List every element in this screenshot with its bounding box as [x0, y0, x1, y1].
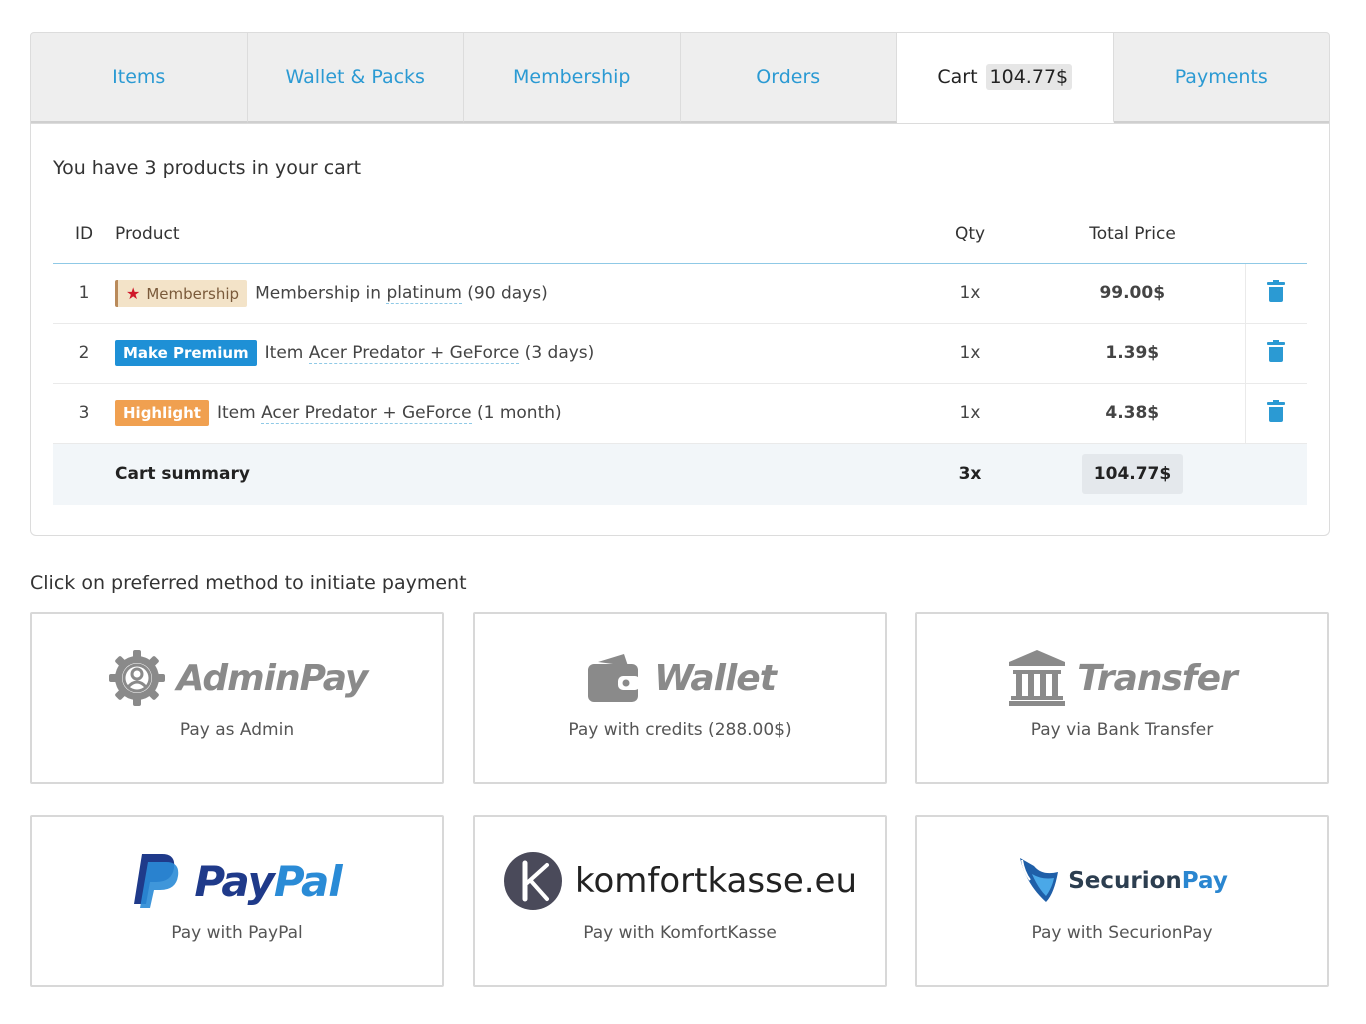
row-product: Make Premium Item Acer Predator + GeForce…: [115, 323, 920, 384]
tab-label: Membership: [513, 66, 631, 88]
cart-table: ID Product Qty Total Price 1 ★ Membership…: [53, 205, 1307, 505]
tab-bar: Items Wallet & Packs Membership Orders C…: [30, 32, 1330, 124]
row-product: Highlight Item Acer Predator + GeForce (1…: [115, 383, 920, 444]
transfer-logo: Transfer: [917, 648, 1327, 708]
tab-orders[interactable]: Orders: [680, 33, 897, 123]
product-link[interactable]: Acer Predator + GeForce: [308, 343, 520, 364]
row-price: 4.38$: [1020, 383, 1245, 444]
komfortkasse-logo-text: komfortkasse.eu: [574, 861, 858, 901]
row-price: 99.00$: [1020, 263, 1245, 324]
cart-panel: You have 3 products in your cart ID Prod…: [30, 123, 1330, 536]
row-qty: 1x: [920, 323, 1020, 384]
trash-icon[interactable]: [1267, 399, 1286, 422]
column-header-total: Total Price: [1020, 205, 1245, 264]
table-row: 2 Make Premium Item Acer Predator + GeFor…: [53, 323, 1307, 384]
row-price: 1.39$: [1020, 323, 1245, 384]
paypal-button[interactable]: PayPal Pay with PayPal: [30, 815, 444, 987]
wallet-icon: [588, 654, 641, 702]
membership-badge: ★ Membership: [115, 279, 248, 307]
paypal-icon: [134, 854, 179, 908]
row-qty: 1x: [920, 383, 1020, 444]
trash-icon[interactable]: [1267, 279, 1286, 302]
product-name-suffix: (3 days): [519, 343, 595, 363]
tab-label: Items: [112, 66, 166, 88]
premium-badge: Make Premium: [115, 340, 257, 366]
transfer-button[interactable]: Transfer Pay via Bank Transfer: [915, 612, 1329, 784]
wallet-logo-text: Wallet: [654, 657, 777, 699]
tab-wallet-packs[interactable]: Wallet & Packs: [247, 33, 464, 123]
adminpay-logo-text: AdminPay: [176, 657, 369, 699]
row-id: 3: [53, 383, 115, 444]
securionpay-caption: Pay with SecurionPay: [1031, 923, 1213, 943]
tab-label: Cart: [937, 66, 978, 88]
cart-summary-row: Cart summary 3x 104.77$: [53, 443, 1307, 505]
komfortkasse-button[interactable]: komfortkasse.eu Pay with KomfortKasse: [473, 815, 887, 987]
row-qty: 1x: [920, 263, 1020, 324]
tab-label: Wallet & Packs: [285, 66, 425, 88]
paypal-caption: Pay with PayPal: [171, 923, 303, 943]
paypal-logo-text: PayPal: [194, 856, 342, 906]
star-icon: ★: [126, 283, 141, 303]
row-product: ★ Membership Membership in platinum (90 da…: [115, 263, 920, 324]
tab-items[interactable]: Items: [31, 33, 248, 123]
badge-label: Membership: [146, 284, 240, 303]
wallet-caption: Pay with credits (288.00$): [568, 720, 792, 740]
tab-payments[interactable]: Payments: [1113, 33, 1329, 123]
highlight-badge: Highlight: [115, 400, 209, 426]
paypal-logo: PayPal: [32, 851, 442, 911]
cart-total-badge: 104.77$: [985, 64, 1073, 90]
delete-cell: [1244, 323, 1307, 384]
tab-label: Orders: [756, 66, 821, 88]
column-header-product: Product: [115, 205, 920, 264]
cart-summary-qty: 3x: [920, 443, 1020, 505]
row-id: 2: [53, 323, 115, 384]
payment-heading: Click on preferred method to initiate pa…: [30, 572, 467, 594]
table-row: 3 Highlight Item Acer Predator + GeForce …: [53, 383, 1307, 444]
row-id: 1: [53, 263, 115, 324]
gear-user-icon: [108, 650, 165, 706]
wallet-button[interactable]: Wallet Pay with credits (288.00$): [473, 612, 887, 784]
cart-summary-total: 104.77$: [1081, 454, 1184, 495]
trash-icon[interactable]: [1267, 339, 1286, 362]
transfer-logo-text: Transfer: [1077, 657, 1238, 699]
product-link[interactable]: Acer Predator + GeForce: [261, 403, 472, 424]
product-name-prefix: Membership in: [255, 283, 387, 303]
bank-icon: [1009, 650, 1066, 706]
cart-heading: You have 3 products in your cart: [53, 157, 362, 179]
securionpay-logo: SecurionPay: [917, 851, 1327, 911]
product-name-suffix: (90 days): [461, 283, 548, 303]
komfortkasse-icon: [503, 852, 562, 910]
product-name-prefix: Item: [264, 343, 309, 363]
column-header-actions: [1245, 205, 1307, 264]
komfortkasse-logo: komfortkasse.eu: [475, 851, 885, 911]
product-name-prefix: Item: [216, 403, 262, 423]
adminpay-button[interactable]: AdminPay Pay as Admin: [30, 612, 444, 784]
table-row: 1 ★ Membership Membership in platinum (90 …: [53, 263, 1307, 324]
delete-cell: [1244, 383, 1307, 444]
komfortkasse-caption: Pay with KomfortKasse: [583, 923, 777, 943]
tab-label: Payments: [1174, 66, 1268, 88]
tab-membership[interactable]: Membership: [464, 33, 681, 123]
column-header-qty: Qty: [920, 205, 1020, 264]
wallet-logo: Wallet: [475, 648, 885, 708]
adminpay-logo: AdminPay: [32, 648, 442, 708]
securionpay-shield-icon: [1020, 858, 1059, 902]
securionpay-button[interactable]: SecurionPay Pay with SecurionPay: [915, 815, 1329, 987]
securionpay-logo-text: SecurionPay: [1068, 868, 1228, 894]
product-link[interactable]: platinum: [386, 283, 462, 304]
cart-summary-label: Cart summary: [115, 443, 920, 505]
adminpay-caption: Pay as Admin: [179, 720, 295, 740]
transfer-caption: Pay via Bank Transfer: [1030, 720, 1214, 740]
product-name-suffix: (1 month): [471, 403, 562, 423]
tab-cart[interactable]: Cart 104.77$: [897, 33, 1114, 123]
delete-cell: [1244, 263, 1307, 324]
column-header-id: ID: [53, 205, 115, 264]
cart-header-row: ID Product Qty Total Price: [53, 205, 1307, 264]
